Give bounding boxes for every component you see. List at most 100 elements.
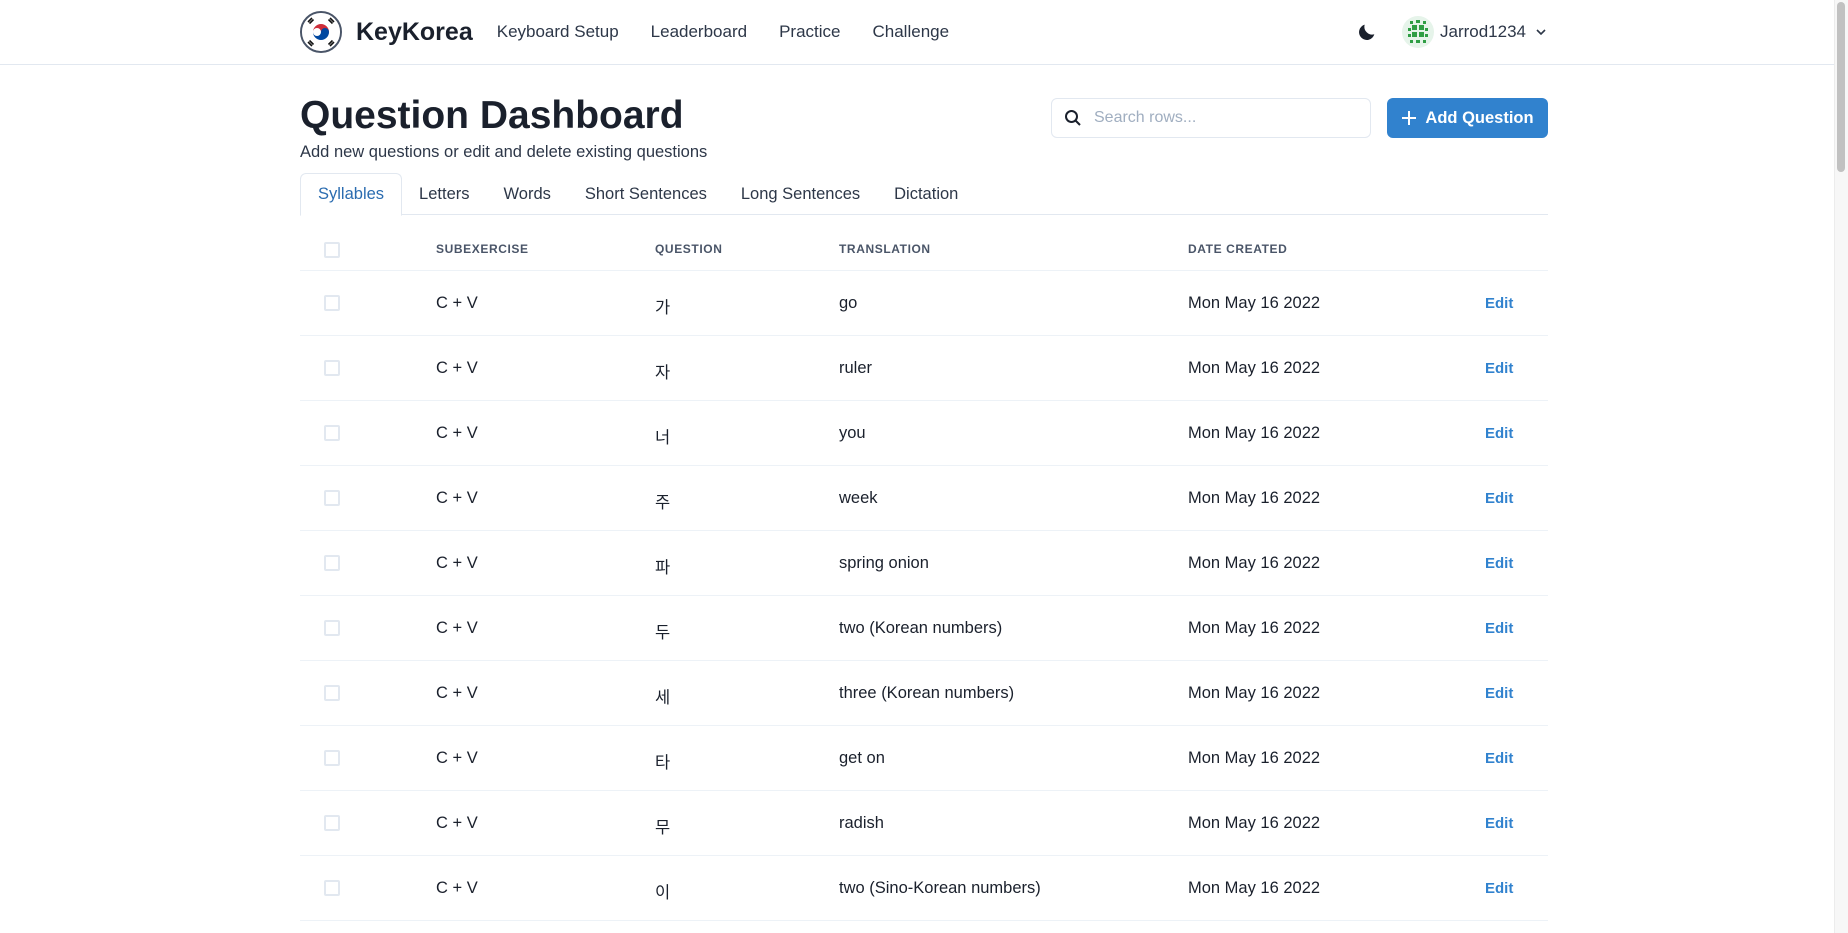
cell-subexercise: C + V [436,684,478,702]
table-row: C + V 너 you Mon May 16 2022 Edit [300,401,1548,466]
cell-translation: go [839,294,858,312]
cell-date-created: Mon May 16 2022 [1188,294,1321,312]
cell-subexercise: C + V [436,359,478,377]
table-row: C + V 타 get on Mon May 16 2022 Edit [300,726,1548,791]
cell-subexercise: C + V [436,814,478,832]
cell-translation: get on [839,749,885,767]
row-checkbox[interactable] [324,685,340,701]
cell-translation: you [839,424,866,442]
row-checkbox[interactable] [324,815,340,831]
cell-subexercise: C + V [436,879,478,897]
cell-date-created: Mon May 16 2022 [1188,424,1321,442]
row-checkbox[interactable] [324,555,340,571]
tab-short-sentences[interactable]: Short Sentences [568,173,724,215]
navbar-inner: KeyKorea Keyboard Setup Leaderboard Prac… [300,0,1548,64]
username[interactable]: Jarrod1234 [1440,22,1526,42]
page-subtitle: Add new questions or edit and delete exi… [300,143,708,161]
add-question-button[interactable]: Add Question [1387,98,1548,138]
tab-words[interactable]: Words [487,173,568,215]
row-checkbox[interactable] [324,880,340,896]
cell-subexercise: C + V [436,554,478,572]
tab-syllables[interactable]: Syllables [300,173,403,216]
cell-question: 자 [655,364,671,382]
table-row: C + V 세 three (Korean numbers) Mon May 16 2… [300,661,1548,726]
cell-question: 가 [655,299,671,317]
edit-button[interactable]: Edit [1485,815,1513,832]
cell-translation: ruler [839,359,873,377]
exercise-tabs: Syllables Letters Words Short Sentences … [300,173,1548,216]
scrollbar-thumb[interactable] [1837,2,1845,172]
table-body: C + V 가 go Mon May 16 2022 Edit C + V 자 ruler Mo… [300,271,1548,921]
plus-icon [1402,111,1417,125]
edit-button[interactable]: Edit [1485,620,1513,637]
select-all-checkbox[interactable] [324,242,340,258]
cell-subexercise: C + V [436,489,478,507]
cell-subexercise: C + V [436,619,478,637]
search-input[interactable] [1094,109,1354,127]
cell-question: 타 [655,754,671,772]
cell-translation: three (Korean numbers) [839,684,1015,702]
table-row: C + V 가 go Mon May 16 2022 Edit [300,271,1548,336]
edit-button[interactable]: Edit [1485,360,1513,377]
cell-question: 파 [655,559,671,577]
cell-subexercise: C + V [436,294,478,312]
questions-table: Subexercise Question Translation Date Cr… [300,228,1548,921]
page-title: Question Dashboard [300,94,684,137]
add-question-label: Add Question [1425,108,1534,127]
column-header-date-created[interactable]: Date Created [1188,242,1287,256]
cell-date-created: Mon May 16 2022 [1188,879,1321,897]
edit-button[interactable]: Edit [1485,880,1513,897]
nav-link-keyboard-setup[interactable]: Keyboard Setup [497,22,619,42]
edit-button[interactable]: Edit [1485,490,1513,507]
search-icon [1065,110,1081,126]
search-box[interactable] [1051,98,1371,138]
row-checkbox[interactable] [324,360,340,376]
table-row: C + V 주 week Mon May 16 2022 Edit [300,466,1548,531]
brand-name[interactable]: KeyKorea [356,18,473,47]
cell-date-created: Mon May 16 2022 [1188,489,1321,507]
cell-subexercise: C + V [436,424,478,442]
edit-button[interactable]: Edit [1485,750,1513,767]
cell-date-created: Mon May 16 2022 [1188,814,1321,832]
edit-button[interactable]: Edit [1485,685,1513,702]
chevron-down-icon[interactable] [1534,25,1548,39]
nav-link-practice[interactable]: Practice [779,22,840,42]
nav-link-challenge[interactable]: Challenge [873,22,950,42]
tab-long-sentences[interactable]: Long Sentences [724,173,877,215]
table-row: C + V 파 spring onion Mon May 16 2022 Edit [300,531,1548,596]
column-header-question[interactable]: Question [655,242,722,256]
cell-date-created: Mon May 16 2022 [1188,359,1321,377]
cell-translation: spring onion [839,554,929,572]
korean-flag-logo-icon[interactable] [300,11,342,53]
row-checkbox[interactable] [324,295,340,311]
row-checkbox[interactable] [324,425,340,441]
edit-button[interactable]: Edit [1485,295,1513,312]
edit-button[interactable]: Edit [1485,425,1513,442]
row-checkbox[interactable] [324,620,340,636]
column-header-subexercise[interactable]: Subexercise [436,242,529,256]
cell-question: 이 [655,884,671,902]
nav-right: Jarrod1234 [1356,0,1548,64]
cell-question: 무 [655,819,671,837]
tab-dictation[interactable]: Dictation [877,173,975,215]
row-checkbox[interactable] [324,750,340,766]
navbar: KeyKorea Keyboard Setup Leaderboard Prac… [0,0,1848,65]
nav-link-leaderboard[interactable]: Leaderboard [651,22,747,42]
cell-subexercise: C + V [436,749,478,767]
moon-icon[interactable] [1356,21,1378,43]
table-row: C + V 두 two (Korean numbers) Mon May 16 202… [300,596,1548,661]
cell-translation: two (Korean numbers) [839,619,1003,637]
cell-date-created: Mon May 16 2022 [1188,554,1321,572]
cell-question: 너 [655,429,671,447]
cell-question: 주 [655,494,671,512]
avatar-icon[interactable] [1401,16,1434,48]
cell-question: 세 [655,689,671,707]
column-header-translation[interactable]: Translation [839,242,931,256]
cell-translation: week [839,489,878,507]
row-checkbox[interactable] [324,490,340,506]
tab-letters[interactable]: Letters [402,173,486,215]
edit-button[interactable]: Edit [1485,555,1513,572]
table-row: C + V 이 two (Sino-Korean numbers) Mon May 1… [300,856,1548,921]
nav-links: Keyboard Setup Leaderboard Practice Chal… [497,22,981,42]
page-scrollbar[interactable] [1834,0,1848,933]
